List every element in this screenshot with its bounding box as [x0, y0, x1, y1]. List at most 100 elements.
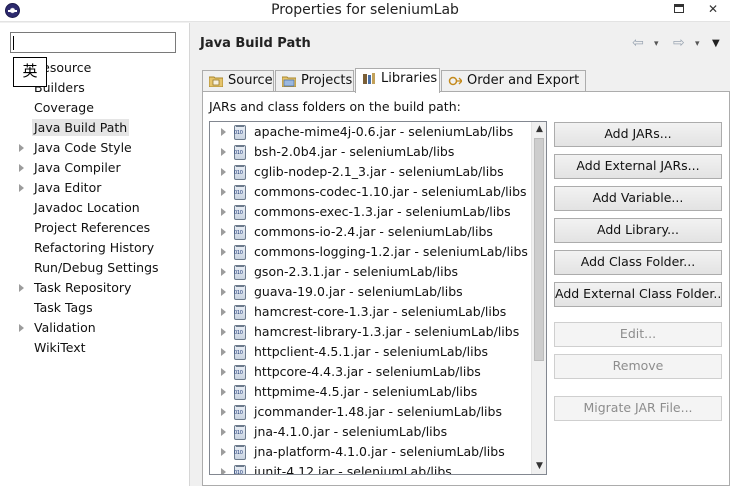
view-menu-icon[interactable]: ▼ [712, 38, 720, 49]
jar-list-item[interactable]: httpmime-4.5.jar - seleniumLab/libs [210, 382, 532, 402]
expand-arrow-icon[interactable] [221, 408, 226, 416]
add-jars-button[interactable]: Add JARs... [554, 122, 722, 147]
jar-file-icon [234, 385, 246, 400]
expand-arrow-icon[interactable] [221, 208, 226, 216]
forward-dropdown-icon[interactable]: ▾ [695, 39, 700, 49]
expand-arrow-icon[interactable] [221, 308, 226, 316]
sidebar-item-label: Java Build Path [32, 119, 130, 136]
expand-arrow-icon[interactable] [221, 428, 226, 436]
back-dropdown-icon[interactable]: ▾ [654, 39, 659, 49]
add-variable-button[interactable]: Add Variable... [554, 186, 722, 211]
jar-list[interactable]: apache-mime4j-0.6.jar - seleniumLab/libs… [209, 121, 547, 475]
jar-list-item[interactable]: bsh-2.0b4.jar - seleniumLab/libs [210, 142, 532, 162]
jar-list-item[interactable]: hamcrest-library-1.3.jar - seleniumLab/l… [210, 322, 532, 342]
jar-file-icon [234, 405, 246, 420]
jar-list-item[interactable]: commons-io-2.4.jar - seleniumLab/libs [210, 222, 532, 242]
sidebar-item[interactable]: Validation [0, 318, 190, 338]
jar-list-item[interactable]: jna-4.1.0.jar - seleniumLab/libs [210, 422, 532, 442]
sidebar-item[interactable]: Javadoc Location [0, 198, 190, 218]
sidebar-item[interactable]: WikiText [0, 338, 190, 358]
jar-file-icon [234, 265, 246, 280]
expand-arrow-icon[interactable] [221, 248, 226, 256]
jar-label: httpmime-4.5.jar - seleniumLab/libs [254, 384, 478, 399]
expand-arrow-icon[interactable] [19, 184, 24, 192]
add-class-folder-button[interactable]: Add Class Folder... [554, 250, 722, 275]
filter-input[interactable] [10, 32, 176, 53]
expand-arrow-icon[interactable] [221, 128, 226, 136]
add-external-class-folder-button[interactable]: Add External Class Folder... [554, 282, 722, 307]
forward-arrow-icon[interactable]: ⇨ [673, 35, 685, 51]
sidebar-item[interactable]: Project References [0, 218, 190, 238]
back-arrow-icon[interactable]: ⇦ [632, 35, 644, 51]
sidebar-item[interactable]: Task Repository [0, 278, 190, 298]
sidebar-item[interactable]: Java Build Path [0, 118, 190, 138]
expand-arrow-icon[interactable] [221, 188, 226, 196]
expand-arrow-icon[interactable] [221, 448, 226, 456]
property-pages-sidebar: 英 Resource Builders Coverage Java Build Pat… [0, 23, 190, 486]
jar-list-item[interactable]: commons-codec-1.10.jar - seleniumLab/lib… [210, 182, 532, 202]
jar-list-item[interactable]: commons-logging-1.2.jar - seleniumLab/li… [210, 242, 532, 262]
expand-arrow-icon[interactable] [19, 164, 24, 172]
vertical-scrollbar[interactable]: ▲ ▼ [531, 122, 546, 474]
jar-file-icon [234, 325, 246, 340]
jar-list-item[interactable]: commons-exec-1.3.jar - seleniumLab/libs [210, 202, 532, 222]
expand-arrow-icon[interactable] [221, 468, 226, 474]
tab-label: Order and Export [467, 73, 580, 88]
maximize-button[interactable] [666, 0, 692, 20]
tab-projects[interactable]: Projects [275, 70, 354, 92]
tab-order-and-export[interactable]: Order and Export [441, 70, 586, 92]
tab-label: Projects [301, 73, 353, 88]
jar-list-item[interactable]: junit-4.12.jar - seleniumLab/libs [210, 462, 532, 474]
tab-libraries[interactable]: Libraries [355, 68, 440, 93]
add-external-jars-button[interactable]: Add External JARs... [554, 154, 722, 179]
sidebar-item[interactable]: Java Code Style [0, 138, 190, 158]
remove-button[interactable]: Remove [554, 354, 722, 379]
sidebar-item-label: Coverage [34, 100, 94, 115]
add-library-button[interactable]: Add Library... [554, 218, 722, 243]
sidebar-item-label: Validation [34, 320, 96, 335]
expand-arrow-icon[interactable] [19, 284, 24, 292]
sidebar-item-label: Javadoc Location [34, 200, 140, 215]
expand-arrow-icon[interactable] [221, 148, 226, 156]
jar-list-item[interactable]: httpcore-4.4.3.jar - seleniumLab/libs [210, 362, 532, 382]
close-button[interactable]: ✕ [700, 0, 726, 20]
jar-label: guava-19.0.jar - seleniumLab/libs [254, 284, 463, 299]
edit-button[interactable]: Edit... [554, 322, 722, 347]
tab-source[interactable]: Source [202, 70, 274, 92]
scroll-down-icon[interactable]: ▼ [535, 462, 544, 471]
expand-arrow-icon[interactable] [19, 144, 24, 152]
jar-list-item[interactable]: jcommander-1.48.jar - seleniumLab/libs [210, 402, 532, 422]
jar-file-icon [234, 345, 246, 360]
jar-list-item[interactable]: jna-platform-4.1.0.jar - seleniumLab/lib… [210, 442, 532, 462]
expand-arrow-icon[interactable] [221, 168, 226, 176]
sidebar-item[interactable]: Run/Debug Settings [0, 258, 190, 278]
expand-arrow-icon[interactable] [221, 348, 226, 356]
jar-list-item[interactable]: gson-2.3.1.jar - seleniumLab/libs [210, 262, 532, 282]
expand-arrow-icon[interactable] [221, 268, 226, 276]
expand-arrow-icon[interactable] [221, 288, 226, 296]
expand-arrow-icon[interactable] [221, 388, 226, 396]
jar-list-item[interactable]: apache-mime4j-0.6.jar - seleniumLab/libs [210, 122, 532, 142]
jar-list-item[interactable]: guava-19.0.jar - seleniumLab/libs [210, 282, 532, 302]
expand-arrow-icon[interactable] [19, 324, 24, 332]
expand-arrow-icon[interactable] [221, 328, 226, 336]
sidebar-item[interactable]: Refactoring History [0, 238, 190, 258]
sidebar-item[interactable]: Coverage [0, 98, 190, 118]
jar-file-icon [234, 205, 246, 220]
expand-arrow-icon[interactable] [221, 368, 226, 376]
sidebar-item-label: Java Editor [34, 180, 102, 195]
scroll-up-icon[interactable]: ▲ [535, 125, 544, 134]
jar-file-icon [234, 165, 246, 180]
sidebar-item[interactable]: Task Tags [0, 298, 190, 318]
jar-list-item[interactable]: hamcrest-core-1.3.jar - seleniumLab/libs [210, 302, 532, 322]
jar-label: apache-mime4j-0.6.jar - seleniumLab/libs [254, 124, 514, 139]
scroll-thumb[interactable] [534, 138, 544, 361]
jar-label: jcommander-1.48.jar - seleniumLab/libs [254, 404, 502, 419]
sidebar-item[interactable]: Java Editor [0, 178, 190, 198]
maximize-icon [674, 4, 684, 13]
migrate-jar-file-button[interactable]: Migrate JAR File... [554, 396, 722, 421]
jar-list-item[interactable]: cglib-nodep-2.1_3.jar - seleniumLab/libs [210, 162, 532, 182]
expand-arrow-icon[interactable] [221, 228, 226, 236]
jar-list-item[interactable]: httpclient-4.5.1.jar - seleniumLab/libs [210, 342, 532, 362]
sidebar-item[interactable]: Java Compiler [0, 158, 190, 178]
